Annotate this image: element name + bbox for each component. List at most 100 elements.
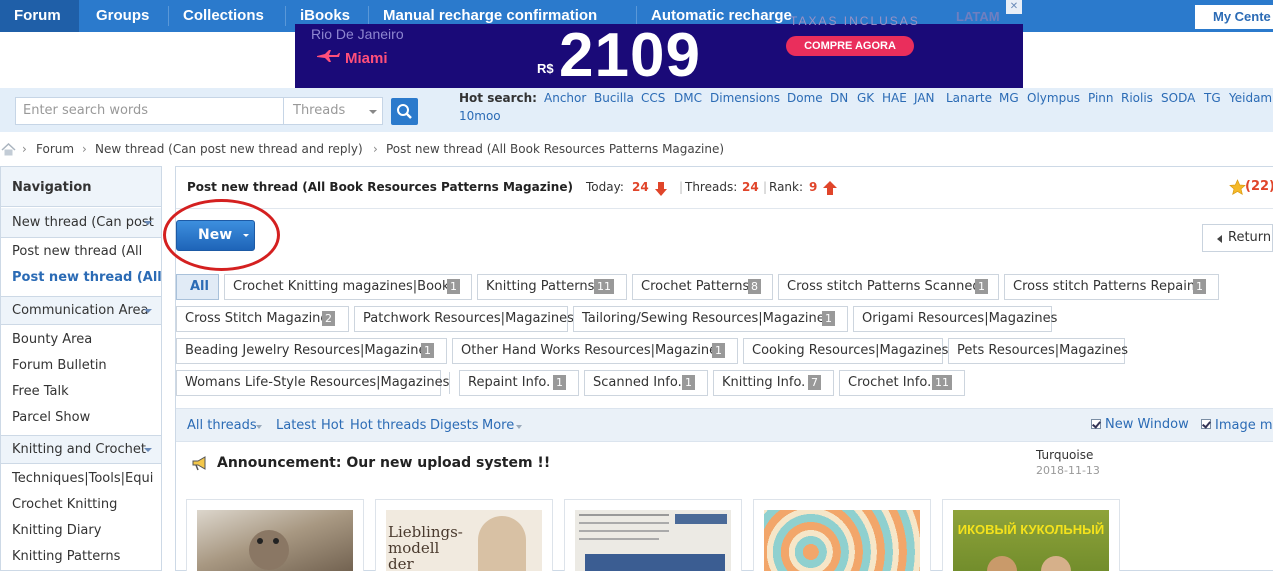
hot-search-link[interactable]: Lanarte bbox=[946, 91, 992, 105]
hot-search-link[interactable]: JAN bbox=[914, 91, 935, 105]
tag-item[interactable]: Origami Resources|Magazines bbox=[853, 306, 1057, 332]
forum-title: Post new thread (All Book Resources Patt… bbox=[187, 180, 573, 194]
thread-thumbnail[interactable] bbox=[753, 499, 931, 571]
breadcrumb-new-thread[interactable]: New thread (Can post new thread and repl… bbox=[95, 142, 363, 156]
tag-item[interactable]: Knitting Info. 7 bbox=[713, 370, 834, 396]
tag-all[interactable]: All bbox=[176, 274, 219, 300]
tag-count: 1 bbox=[682, 375, 695, 390]
sidebar-item-free-talk[interactable]: Free Talk bbox=[12, 384, 69, 399]
tag-item[interactable]: Scanned Info. 1 bbox=[584, 370, 708, 396]
sidebar-item-post-new-thread-active[interactable]: Post new thread (All bbox=[12, 270, 161, 285]
hot-search-link[interactable]: TG bbox=[1204, 91, 1221, 105]
chevron-down-icon bbox=[144, 448, 152, 452]
tag-item[interactable]: Crochet Info. 11 bbox=[839, 370, 965, 396]
hot-search-link[interactable]: DMC bbox=[674, 91, 702, 105]
filter-more[interactable]: More bbox=[482, 418, 514, 433]
sidebar-item-techniques[interactable]: Techniques|Tools|Equi bbox=[12, 471, 153, 486]
search-scope-select[interactable]: Threads bbox=[284, 97, 383, 125]
hot-search-link[interactable]: Bucilla bbox=[594, 91, 634, 105]
hot-search-link[interactable]: HAE bbox=[882, 91, 907, 105]
sidebar-group-new-thread[interactable]: New thread (Can post bbox=[1, 208, 161, 238]
hot-search-link[interactable]: Yeidam bbox=[1229, 91, 1272, 105]
hot-search-link[interactable]: 10moo bbox=[459, 109, 501, 123]
search-icon bbox=[397, 104, 412, 119]
tag-item[interactable]: Cooking Resources|Magazines bbox=[743, 338, 948, 364]
thread-thumbnail[interactable]: ИКОВЫЙ КУКОЛЬНЫЙ bbox=[942, 499, 1120, 571]
highlight-circle bbox=[163, 199, 280, 271]
thread-thumbnail[interactable] bbox=[186, 499, 364, 571]
nav-forum[interactable]: Forum bbox=[0, 0, 79, 32]
sidebar-item-forum-bulletin[interactable]: Forum Bulletin bbox=[12, 358, 107, 373]
hot-search-link[interactable]: Olympus bbox=[1027, 91, 1080, 105]
new-window-label[interactable]: New Window bbox=[1105, 417, 1189, 432]
ad-close-icon[interactable]: ✕ bbox=[1006, 0, 1022, 14]
hot-search-link[interactable]: SODA bbox=[1161, 91, 1195, 105]
hot-search-link[interactable]: DN bbox=[830, 91, 848, 105]
filter-all-threads[interactable]: All threads bbox=[187, 418, 257, 433]
sidebar-item-post-new-thread[interactable]: Post new thread (All bbox=[12, 244, 142, 259]
thread-thumbnail[interactable]: Lieblings- modell der Redaktion bbox=[375, 499, 553, 571]
filter-digests[interactable]: Digests bbox=[430, 418, 479, 433]
announcement-title[interactable]: Announcement: Our new upload system !! bbox=[217, 455, 550, 471]
tag-label: Crochet Info. bbox=[848, 375, 932, 390]
image-mode-checkbox[interactable] bbox=[1201, 419, 1211, 429]
filter-hot[interactable]: Hot bbox=[321, 418, 344, 433]
announcement-author[interactable]: Turquoise bbox=[1036, 448, 1093, 462]
tag-item[interactable]: Crochet Patterns 8 bbox=[632, 274, 773, 300]
tag-item[interactable]: Crochet Knitting magazines|Books 1 bbox=[224, 274, 472, 300]
ad-banner[interactable]: Rio De Janeiro Miami R$ 2109 COMPRE AGOR… bbox=[295, 24, 1023, 88]
thumbnail-caption: ИКОВЫЙ КУКОЛЬНЫЙ bbox=[957, 522, 1105, 537]
hot-search-link[interactable]: Dimensions bbox=[710, 91, 780, 105]
tag-item[interactable]: Cross stitch Patterns Repaint 1 bbox=[1004, 274, 1219, 300]
breadcrumb-forum[interactable]: Forum bbox=[36, 142, 74, 156]
tag-item[interactable]: Knitting Patterns 11 bbox=[477, 274, 627, 300]
filter-hot-threads[interactable]: Hot threads bbox=[350, 418, 426, 433]
hot-search-link[interactable]: Pinn bbox=[1088, 91, 1114, 105]
today-count: 24 bbox=[632, 180, 649, 194]
ad-price: 2109 bbox=[559, 24, 701, 88]
tag-item[interactable]: Womans Life-Style Resources|Magazines bbox=[176, 370, 449, 396]
hot-search-link[interactable]: GK bbox=[857, 91, 874, 105]
tag-item[interactable]: Other Hand Works Resources|Magazines 1 bbox=[452, 338, 738, 364]
tag-count: 11 bbox=[594, 279, 614, 294]
nav-collections[interactable]: Collections bbox=[183, 0, 264, 32]
sidebar-item-knitting-patterns[interactable]: Knitting Patterns bbox=[12, 549, 120, 564]
hot-search-link[interactable]: Anchor bbox=[544, 91, 586, 105]
image-mode-label[interactable]: Image mo bbox=[1215, 418, 1273, 433]
new-window-checkbox[interactable] bbox=[1091, 419, 1101, 429]
hot-search-link[interactable]: CCS bbox=[641, 91, 665, 105]
hot-search-link[interactable]: Dome bbox=[787, 91, 823, 105]
sidebar-item-knitting-diary[interactable]: Knitting Diary bbox=[12, 523, 101, 538]
sidebar-item-crochet-knitting[interactable]: Crochet Knitting bbox=[12, 497, 117, 512]
tag-item[interactable]: Pets Resources|Magazines bbox=[948, 338, 1128, 364]
hot-search-link[interactable]: MG bbox=[999, 91, 1019, 105]
nav-divider bbox=[285, 6, 286, 26]
sidebar-item-parcel-show[interactable]: Parcel Show bbox=[12, 410, 90, 425]
tag-label: Cross stitch Patterns Scanned bbox=[787, 279, 981, 294]
tag-label: Tailoring/Sewing Resources|Magazines bbox=[582, 311, 832, 326]
search-button[interactable] bbox=[391, 98, 418, 125]
tag-item[interactable]: Beading Jewelry Resources|Magazines 1 bbox=[176, 338, 447, 364]
hot-search-link[interactable]: Riolis bbox=[1121, 91, 1153, 105]
sidebar-group-communication[interactable]: Communication Area bbox=[1, 296, 161, 325]
thumbnail-image bbox=[764, 510, 920, 571]
search-input[interactable]: Enter search words bbox=[15, 97, 284, 125]
my-center-link[interactable]: My Cente bbox=[1195, 5, 1273, 29]
breadcrumb-current[interactable]: Post new thread (All Book Resources Patt… bbox=[386, 142, 724, 156]
filter-latest[interactable]: Latest bbox=[276, 418, 316, 433]
ad-buy-button[interactable]: COMPRE AGORA bbox=[786, 36, 914, 56]
tag-item[interactable]: Repaint Info. 1 bbox=[459, 370, 579, 396]
tag-item[interactable]: Cross Stitch Magazine 2 bbox=[176, 306, 349, 332]
tag-item[interactable]: Patchwork Resources|Magazines bbox=[354, 306, 574, 332]
star-icon[interactable] bbox=[1229, 179, 1246, 196]
sidebar-item-bounty-area[interactable]: Bounty Area bbox=[12, 332, 92, 347]
thread-thumbnail[interactable] bbox=[564, 499, 742, 571]
sidebar-group-knitting-crochet[interactable]: Knitting and Crochet bbox=[1, 435, 161, 464]
return-button[interactable]: Return bbox=[1202, 224, 1273, 252]
sidebar-group-label: Knitting and Crochet bbox=[12, 442, 146, 457]
nav-groups[interactable]: Groups bbox=[96, 0, 149, 32]
thumbnail-caption: Lieblings- modell der Redaktion bbox=[388, 523, 463, 571]
tag-item[interactable]: Tailoring/Sewing Resources|Magazines 1 bbox=[573, 306, 848, 332]
home-icon[interactable] bbox=[1, 143, 16, 156]
tag-item[interactable]: Cross stitch Patterns Scanned 1 bbox=[778, 274, 999, 300]
